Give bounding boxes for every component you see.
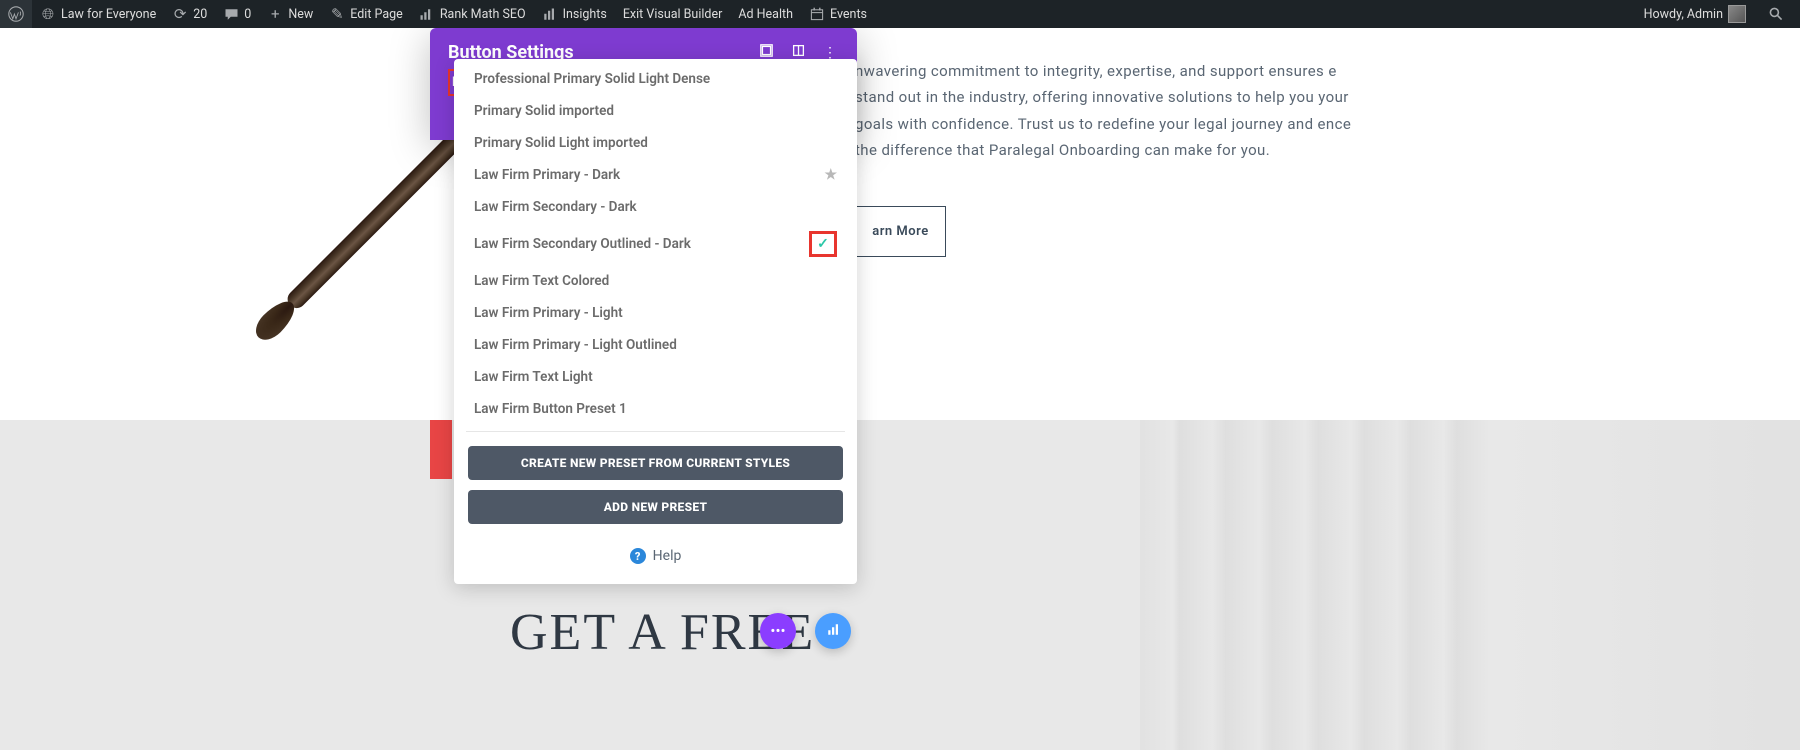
preset-option[interactable]: Law Firm Text Colored [454, 265, 857, 297]
search-icon [1768, 6, 1784, 22]
preset-option-label: Primary Solid Light imported [474, 135, 648, 151]
rank-math-label: Rank Math SEO [440, 7, 526, 22]
create-preset-button[interactable]: CREATE NEW PRESET FROM CURRENT STYLES [468, 446, 843, 480]
star-icon: ★ [824, 167, 837, 183]
edit-page-menu[interactable]: ✎ Edit Page [321, 0, 411, 28]
wordpress-icon [8, 6, 24, 22]
calendar-icon [809, 6, 825, 22]
updates-menu[interactable]: ⟳ 20 [164, 0, 215, 28]
preset-option-label: Professional Primary Solid Light Dense [474, 71, 710, 87]
divider [466, 431, 845, 432]
edit-page-label: Edit Page [350, 7, 403, 22]
preset-option-label: Law Firm Text Colored [474, 273, 609, 289]
howdy-label: Howdy, Admin [1644, 7, 1723, 22]
comments-menu[interactable]: 0 [215, 0, 259, 28]
check-icon: ✓ [809, 231, 837, 257]
pencil-icon: ✎ [329, 6, 345, 22]
preset-option[interactable]: Law Firm Secondary Outlined - Dark ✓ [454, 223, 857, 265]
learn-more-button[interactable]: arn More [855, 206, 946, 257]
preset-option-label: Law Firm Text Light [474, 369, 593, 385]
help-icon: ? [630, 548, 646, 564]
preset-option[interactable]: Law Firm Primary - Light [454, 297, 857, 329]
updates-count: 20 [193, 7, 207, 22]
events-menu[interactable]: Events [801, 0, 875, 28]
preset-option[interactable]: Law Firm Secondary - Dark [454, 191, 857, 223]
comment-icon [223, 6, 239, 22]
preset-option[interactable]: Primary Solid imported [454, 95, 857, 127]
help-link[interactable]: ? Help [454, 534, 857, 584]
rank-math-menu[interactable]: Rank Math SEO [411, 0, 534, 28]
preset-option-label: Law Firm Button Preset 1 [474, 401, 627, 417]
fab-more-button[interactable]: ••• [760, 613, 796, 649]
site-name-label: Law for Everyone [61, 7, 156, 22]
new-label: New [288, 7, 313, 22]
preset-option-label: Law Firm Primary - Light [474, 305, 623, 321]
exit-builder-label: Exit Visual Builder [623, 7, 723, 22]
account-menu[interactable]: Howdy, Admin [1636, 0, 1754, 28]
ad-health-menu[interactable]: Ad Health [730, 0, 801, 28]
preset-option-label: Law Firm Secondary Outlined - Dark [474, 236, 691, 252]
search-toggle[interactable] [1764, 0, 1788, 28]
preset-dropdown-panel: Professional Primary Solid Light Dense Pr… [454, 59, 857, 584]
preset-option-label: Law Firm Secondary - Dark [474, 199, 637, 215]
preset-option[interactable]: Primary Solid Light imported [454, 127, 857, 159]
fab-stats-button[interactable] [815, 613, 851, 649]
plus-icon: + [267, 6, 283, 22]
preset-option-label: Law Firm Primary - Light Outlined [474, 337, 677, 353]
refresh-icon: ⟳ [172, 6, 188, 22]
site-name-menu[interactable]: 🌐︎ Law for Everyone [32, 0, 164, 28]
dots-icon: ••• [770, 622, 785, 640]
decorative-columns [1140, 420, 1800, 750]
bars-icon [542, 6, 558, 22]
help-label: Help [653, 548, 682, 564]
ad-health-label: Ad Health [738, 7, 793, 22]
preset-option[interactable]: Professional Primary Solid Light Dense [454, 63, 857, 95]
insights-label: Insights [563, 7, 607, 22]
page-canvas: nwavering commitment to integrity, exper… [0, 28, 1800, 750]
add-preset-button[interactable]: ADD NEW PRESET [468, 490, 843, 524]
wp-logo-menu[interactable] [0, 0, 32, 28]
preset-option-label: Primary Solid imported [474, 103, 614, 119]
preset-option[interactable]: Law Firm Primary - Dark ★ [454, 159, 857, 191]
wp-admin-bar: 🌐︎ Law for Everyone ⟳ 20 0 + New ✎ Edit Page… [0, 0, 1800, 28]
red-indicator [430, 420, 452, 479]
insights-menu[interactable]: Insights [534, 0, 615, 28]
chart-bars-icon [419, 6, 435, 22]
preset-option[interactable]: Law Firm Text Light [454, 361, 857, 393]
avatar [1728, 5, 1746, 23]
preset-option[interactable]: Law Firm Button Preset 1 [454, 393, 857, 425]
globe-icon: 🌐︎ [40, 6, 56, 22]
preset-option-label: Law Firm Primary - Dark [474, 167, 620, 183]
preset-option[interactable]: Law Firm Primary - Light Outlined [454, 329, 857, 361]
events-label: Events [830, 7, 867, 22]
body-paragraph: nwavering commitment to integrity, exper… [855, 58, 1355, 163]
exit-builder[interactable]: Exit Visual Builder [615, 0, 731, 28]
learn-more-label: arn More [872, 224, 928, 239]
chart-icon [826, 622, 841, 641]
comments-count: 0 [244, 7, 251, 22]
new-content-menu[interactable]: + New [259, 0, 321, 28]
